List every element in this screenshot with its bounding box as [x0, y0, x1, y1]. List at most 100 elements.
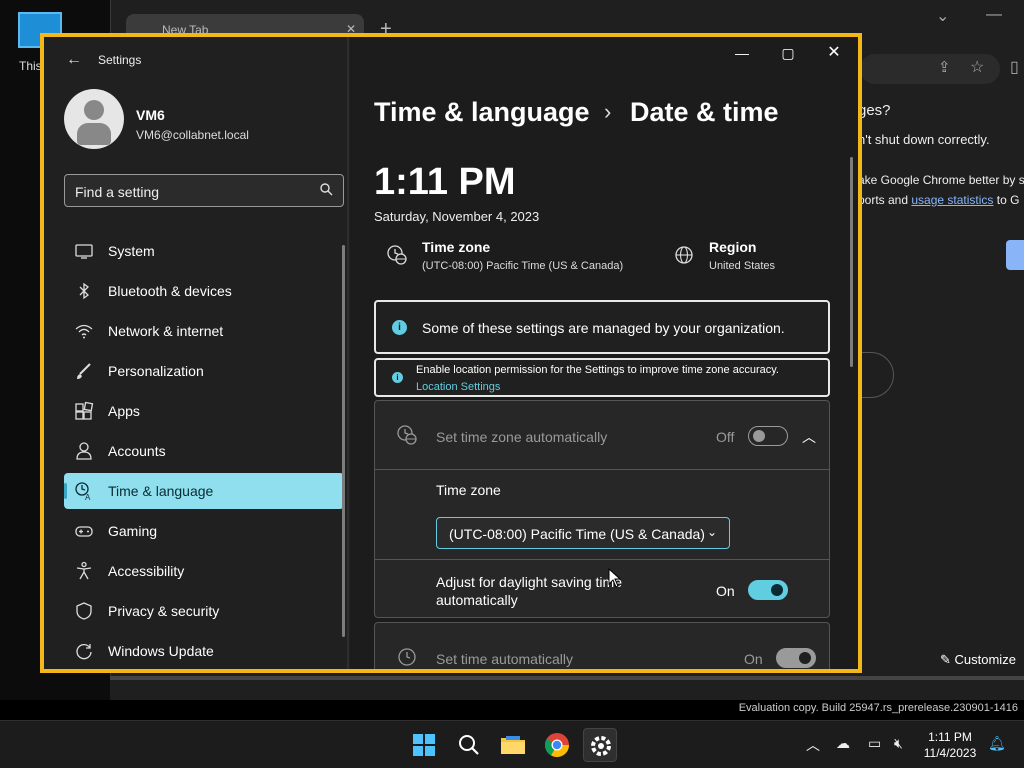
- taskbar-clock-date[interactable]: 11/4/2023: [920, 746, 980, 760]
- sidebar-item-accounts[interactable]: Accounts: [64, 433, 344, 469]
- chevron-down-icon: ⌄: [706, 525, 717, 539]
- chrome-restore-text: n't shut down correctly.: [858, 132, 990, 147]
- wifi-icon: [75, 324, 93, 339]
- star-icon[interactable]: ☆: [970, 57, 984, 77]
- managed-notice-text: Some of these settings are managed by yo…: [422, 320, 785, 336]
- taskbar-clock-time[interactable]: 1:11 PM: [920, 730, 980, 744]
- share-icon[interactable]: ⇪: [938, 58, 951, 76]
- sidebar-item-network[interactable]: Network & internet: [64, 313, 344, 349]
- location-notice-card: i Enable location permission for the Set…: [374, 358, 830, 397]
- globe-icon: [675, 246, 693, 264]
- region-label: Region: [709, 239, 757, 255]
- sidebar-item-personalization[interactable]: Personalization: [64, 353, 344, 389]
- time-zone-label: Time zone: [422, 239, 491, 255]
- sidebar-item-apps[interactable]: Apps: [64, 393, 344, 429]
- sidebar-item-gaming[interactable]: Gaming: [64, 513, 344, 549]
- sidebar-item-label: Network & internet: [108, 323, 224, 339]
- content-scrollbar[interactable]: [850, 157, 853, 367]
- minimize-icon[interactable]: —: [726, 41, 758, 65]
- maximize-icon[interactable]: ▢: [772, 41, 804, 65]
- nav-scrollbar[interactable]: [342, 245, 345, 637]
- chrome-minimize-icon[interactable]: —: [986, 6, 1002, 24]
- chrome-bottom-edge: [110, 676, 1024, 700]
- time-zone-value: (UTC-08:00) Pacific Time (US & Canada): [422, 260, 624, 272]
- monitor-icon: [75, 244, 93, 259]
- dst-state: On: [716, 583, 735, 599]
- chrome-icon[interactable]: [540, 728, 574, 762]
- person-icon: [76, 442, 92, 460]
- file-explorer-icon[interactable]: [496, 728, 530, 762]
- close-icon[interactable]: ✕: [818, 41, 850, 65]
- apps-icon: [75, 401, 94, 420]
- sidepanel-icon[interactable]: ▯: [1010, 57, 1019, 77]
- start-windows-icon[interactable]: [407, 728, 441, 762]
- sidebar-item-bluetooth[interactable]: Bluetooth & devices: [64, 273, 344, 309]
- sidebar-item-accessibility[interactable]: Accessibility: [64, 553, 344, 589]
- avatar-head: [84, 100, 104, 120]
- toggle-knob: [753, 430, 765, 442]
- set-time-auto-toggle[interactable]: [776, 648, 816, 668]
- sidebar-item-time-language[interactable]: A Time & language: [64, 473, 344, 509]
- settings-content-pane: — ▢ ✕ Time & language › Date & time 1:11…: [350, 37, 858, 669]
- location-settings-link[interactable]: Location Settings: [416, 381, 500, 393]
- evaluation-watermark: Evaluation copy. Build 25947.rs_prerelea…: [738, 702, 1018, 714]
- toggle-knob: [771, 584, 783, 596]
- location-notice-text: Enable location permission for the Setti…: [416, 364, 779, 376]
- info-icon: i: [392, 372, 403, 383]
- brush-icon: [77, 363, 91, 379]
- dst-label-line2: automatically: [436, 592, 518, 608]
- avatar[interactable]: [64, 89, 124, 149]
- chevron-up-icon[interactable]: ︿: [802, 427, 816, 447]
- card-divider: [374, 469, 830, 470]
- gear-icon: [591, 736, 611, 756]
- back-arrow-icon[interactable]: ←: [66, 51, 82, 69]
- set-time-zone-auto-toggle[interactable]: [748, 426, 788, 446]
- chrome-dropdown-icon[interactable]: ⌄: [936, 6, 949, 26]
- sidebar-item-windows-update[interactable]: Windows Update: [64, 633, 344, 669]
- settings-nav-pane: ← Settings VM6 VM6@collabnet.local Find …: [44, 37, 350, 669]
- chrome-restore-title: ges?: [858, 102, 891, 119]
- sidebar-item-label: Privacy & security: [108, 603, 220, 619]
- chevron-up-icon[interactable]: ︿: [806, 735, 820, 755]
- settings-window: ← Settings VM6 VM6@collabnet.local Find …: [40, 33, 862, 673]
- time-zone-dropdown-value: (UTC-08:00) Pacific Time (US & Canada): [449, 526, 705, 542]
- pane-divider: [347, 37, 349, 669]
- taskbar: ︿ ☁ ▭ 🔇︎ 1:11 PM 11/4/2023 🔔︎: [0, 720, 1024, 768]
- active-indicator: [64, 483, 67, 499]
- desktop-icon-label[interactable]: This: [19, 59, 42, 73]
- usage-statistics-link[interactable]: usage statistics: [911, 193, 993, 207]
- network-icon[interactable]: ▭: [868, 735, 881, 752]
- sidebar-item-system[interactable]: System: [64, 233, 344, 269]
- sidebar-item-label: Accounts: [108, 443, 166, 459]
- current-time: 1:11 PM: [374, 161, 516, 203]
- update-icon: [76, 644, 92, 660]
- chrome-restore-button[interactable]: [1006, 240, 1024, 270]
- time-zone-section-label: Time zone: [436, 482, 501, 498]
- dst-label: Adjust for daylight saving time: [436, 574, 622, 590]
- set-time-auto-label: Set time automatically: [436, 651, 573, 667]
- page-title: Date & time: [630, 97, 779, 127]
- settings-taskbar-button[interactable]: [583, 728, 617, 762]
- current-date: Saturday, November 4, 2023: [374, 209, 540, 224]
- time-zone-dropdown[interactable]: (UTC-08:00) Pacific Time (US & Canada) ⌄: [436, 517, 730, 549]
- sidebar-item-label: Personalization: [108, 363, 204, 379]
- cloud-icon[interactable]: ☁: [836, 735, 850, 752]
- volume-muted-icon[interactable]: 🔇︎: [894, 735, 903, 752]
- notification-bell-icon[interactable]: 🔔︎: [988, 735, 1006, 752]
- customize-chrome-button[interactable]: ✎ Customize: [940, 652, 1016, 668]
- region-value: United States: [709, 260, 776, 272]
- mouse-cursor-icon: [608, 568, 622, 588]
- search-icon[interactable]: [452, 728, 486, 762]
- sidebar-item-label: Gaming: [108, 523, 158, 539]
- search-input[interactable]: Find a setting: [64, 174, 344, 207]
- chrome-stats-text-2: ports and usage statistics to G: [858, 193, 1020, 207]
- time-language-icon: A: [75, 482, 91, 501]
- dst-toggle[interactable]: [748, 580, 788, 600]
- search-icon[interactable]: [319, 182, 333, 196]
- sidebar-item-label: Accessibility: [108, 563, 185, 579]
- avatar-body: [77, 123, 111, 145]
- breadcrumb-parent[interactable]: Time & language: [374, 97, 590, 128]
- clock-globe-icon: [387, 245, 407, 265]
- sidebar-item-privacy[interactable]: Privacy & security: [64, 593, 344, 629]
- user-name: VM6: [136, 107, 165, 123]
